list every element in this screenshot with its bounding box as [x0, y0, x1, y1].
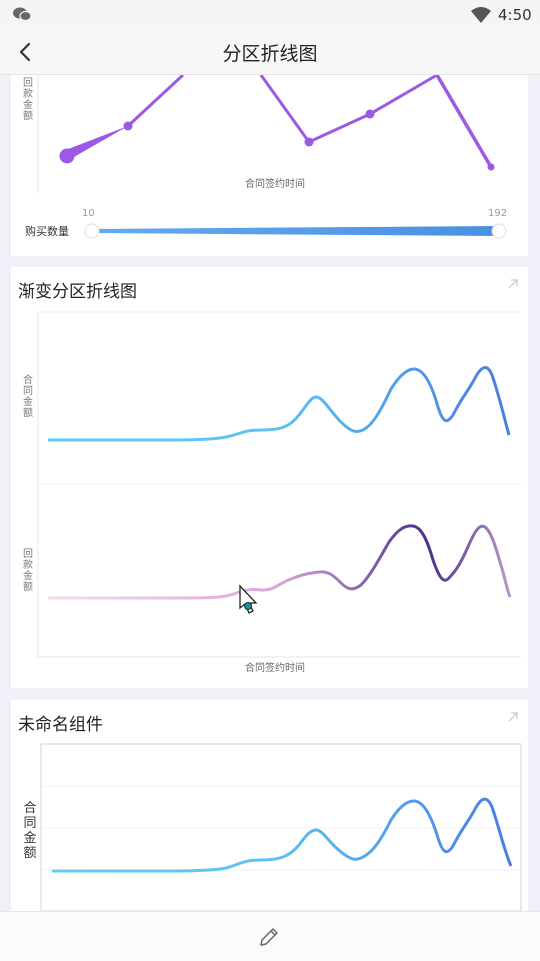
series-line	[126, 75, 185, 128]
slider-label: 购买数量	[25, 225, 69, 238]
unnamed-component-card: 未命名组件 合同金额	[11, 700, 528, 911]
gradient-zoned-line-chart[interactable]	[11, 267, 528, 688]
contract-amount-line	[48, 366, 511, 442]
slider-handle-min	[84, 223, 100, 239]
data-point	[487, 163, 495, 171]
slider-handle-max	[491, 223, 507, 239]
slider-min-value: 10	[82, 208, 95, 219]
bottom-toolbar	[0, 911, 540, 961]
gradient-line-chart-card: 渐变分区折线图 合同金额 回款金额 合同签约时间	[11, 267, 528, 688]
series-line	[435, 75, 493, 168]
series-line	[259, 75, 438, 144]
slider-max-value: 192	[488, 208, 508, 219]
quantity-range-slider[interactable]	[84, 222, 524, 242]
wechat-icon	[13, 7, 32, 22]
pencil-icon[interactable]	[257, 925, 281, 949]
payment-amount-line	[48, 524, 512, 600]
nav-bar: 分区折线图	[0, 30, 540, 75]
page-title: 分区折线图	[222, 43, 318, 65]
line-chart-card: 回款金额 合同签约时间 购买数量 10 192	[11, 75, 528, 256]
x-axis-label: 合同签约时间	[245, 179, 305, 190]
data-point	[304, 137, 314, 147]
wifi-icon	[471, 7, 491, 23]
unnamed-line-chart[interactable]	[11, 700, 528, 911]
x-axis-label: 合同签约时间	[245, 663, 305, 674]
data-point	[59, 148, 75, 164]
contract-amount-line	[52, 797, 513, 873]
data-point	[365, 109, 375, 119]
status-bar: 4:50	[0, 0, 540, 30]
status-time: 4:50	[498, 6, 532, 24]
data-point	[123, 121, 133, 131]
